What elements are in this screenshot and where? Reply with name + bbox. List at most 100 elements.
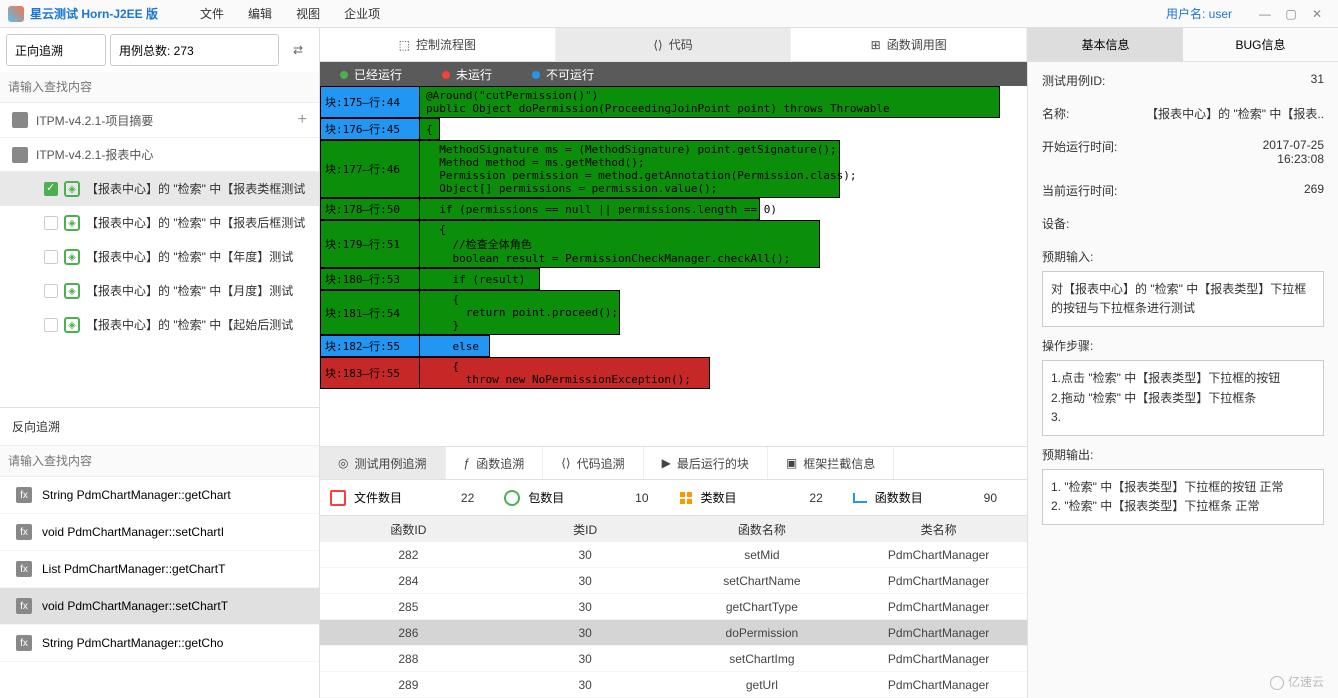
function-icon: fx <box>16 635 32 651</box>
code-text: MethodSignature ms = (MethodSignature) p… <box>420 140 840 198</box>
tree-item[interactable]: ◈【报表中心】的 "检索" 中【起始后测试 <box>0 308 319 342</box>
maximize-icon[interactable]: ▢ <box>1280 5 1302 23</box>
code-text: { return point.proceed(); } <box>420 290 620 335</box>
code-row[interactable]: 块:176—行:45{ <box>320 118 1027 140</box>
play-icon: ▶ <box>662 456 671 470</box>
function-item[interactable]: fxvoid PdmChartManager::setChartI <box>0 514 319 551</box>
checkbox-icon[interactable] <box>44 318 58 332</box>
function-item[interactable]: fxvoid PdmChartManager::setChartT <box>0 588 319 625</box>
table-row[interactable]: 28630doPermissionPdmChartManager <box>320 620 1027 646</box>
block-label: 块:179—行:51 <box>320 220 420 268</box>
function-item[interactable]: fxString PdmChartManager::getChart <box>0 477 319 514</box>
functions-icon <box>853 493 867 503</box>
code-row[interactable]: 块:179—行:51 { //检查全体角色 boolean result = P… <box>320 220 1027 268</box>
code-row[interactable]: 块:180—行:53 if (result) <box>320 268 1027 290</box>
col-class-name[interactable]: 类名称 <box>850 521 1027 538</box>
test-tree: ITPM-v4.2.1-项目摘要 + ITPM-v4.2.1-报表中心 ◈【报表… <box>0 103 319 407</box>
subtab-frame-info[interactable]: ▣框架拦截信息 <box>768 447 894 479</box>
files-icon <box>330 490 346 506</box>
tree-item[interactable]: ◈【报表中心】的 "检索" 中【报表类框测试 <box>0 172 319 206</box>
current-time-label: 当前运行时间: <box>1042 182 1132 199</box>
function-icon: fx <box>16 561 32 577</box>
tree-root-summary[interactable]: ITPM-v4.2.1-项目摘要 + <box>0 103 319 138</box>
code-text: if (permissions == null || permissions.l… <box>420 198 760 220</box>
watermark-icon <box>1270 676 1284 690</box>
minimize-icon[interactable]: — <box>1254 5 1276 23</box>
dot-run-icon <box>340 71 348 79</box>
tab-call-graph[interactable]: ⊞函数调用图 <box>791 28 1027 61</box>
code-text: { <box>420 118 440 140</box>
menu-edit[interactable]: 编辑 <box>248 5 272 22</box>
block-label: 块:178—行:50 <box>320 198 420 220</box>
table-row[interactable]: 28230setMidPdmChartManager <box>320 542 1027 568</box>
subtab-last-block[interactable]: ▶最后运行的块 <box>644 447 768 479</box>
code-block-view[interactable]: 块:175—行:44@Around("cutPermission()") pub… <box>320 86 1027 446</box>
block-label: 块:182—行:55 <box>320 335 420 357</box>
subtab-fn-trace[interactable]: ƒ函数追溯 <box>446 447 544 479</box>
subtab-code-trace[interactable]: ⟨⟩代码追溯 <box>543 447 643 479</box>
close-icon[interactable]: ✕ <box>1306 5 1328 23</box>
expected-output-box[interactable]: 1. "检索" 中【报表类型】下拉框的按钮 正常 2. "检索" 中【报表类型】… <box>1042 469 1324 525</box>
code-text: @Around("cutPermission()") public Object… <box>420 86 1000 118</box>
app-title: 星云测试 Horn-J2EE 版 <box>30 5 158 22</box>
checkbox-icon[interactable] <box>44 216 58 230</box>
right-panel: 基本信息 BUG信息 测试用例ID:31 名称:【报表中心】的 "检索" 中【报… <box>1028 28 1338 698</box>
function-label: void PdmChartManager::setChartT <box>42 599 228 613</box>
tree-root-report[interactable]: ITPM-v4.2.1-报表中心 <box>0 138 319 172</box>
search-input-forward[interactable] <box>0 72 319 103</box>
table-row[interactable]: 28830setChartImgPdmChartManager <box>320 646 1027 672</box>
function-list: fxString PdmChartManager::getChartfxvoid… <box>0 477 319 698</box>
code-row[interactable]: 块:183—行:55 { throw new NoPermissionExcep… <box>320 357 1027 389</box>
menu-file[interactable]: 文件 <box>200 5 224 22</box>
function-label: String PdmChartManager::getChart <box>42 488 231 502</box>
plus-icon[interactable]: + <box>298 111 307 129</box>
col-fn-id[interactable]: 函数ID <box>320 521 497 538</box>
fn-icon: ƒ <box>464 456 471 470</box>
col-fn-name[interactable]: 函数名称 <box>674 521 851 538</box>
swap-icon[interactable]: ⇄ <box>283 35 313 65</box>
function-item[interactable]: fxList PdmChartManager::getChartT <box>0 551 319 588</box>
menu-enterprise[interactable]: 企业项 <box>344 5 380 22</box>
dot-cannot-icon <box>532 71 540 79</box>
start-time-value: 2017-07-25 16:23:08 <box>1132 138 1324 166</box>
table-row[interactable]: 28930getUrlPdmChartManager <box>320 672 1027 698</box>
steps-box[interactable]: 1.点击 "检索" 中【报表类型】下拉框的按钮 2.拖动 "检索" 中【报表类型… <box>1042 360 1324 436</box>
block-label: 块:181—行:54 <box>320 290 420 335</box>
table-row[interactable]: 28430setChartNamePdmChartManager <box>320 568 1027 594</box>
tab-control-flow[interactable]: ⬚控制流程图 <box>320 28 556 61</box>
code-icon: ⟨⟩ <box>653 38 662 52</box>
titlebar: 星云测试 Horn-J2EE 版 文件 编辑 视图 企业项 用户名: user … <box>0 0 1338 28</box>
code-row[interactable]: 块:177—行:46 MethodSignature ms = (MethodS… <box>320 140 1027 198</box>
name-value: 【报表中心】的 "检索" 中【报表.. <box>1132 105 1324 122</box>
col-class-id[interactable]: 类ID <box>497 521 674 538</box>
name-label: 名称: <box>1042 105 1132 122</box>
block-label: 块:180—行:53 <box>320 268 420 290</box>
case-icon: ◈ <box>64 215 80 231</box>
tree-item[interactable]: ◈【报表中心】的 "检索" 中【月度】测试 <box>0 274 319 308</box>
tree-item[interactable]: ◈【报表中心】的 "检索" 中【报表后框测试 <box>0 206 319 240</box>
subtab-case-trace[interactable]: ◎测试用例追溯 <box>320 447 446 479</box>
expected-output-label: 预期输出: <box>1042 446 1324 463</box>
tree-item-label: 【报表中心】的 "检索" 中【月度】测试 <box>86 282 293 300</box>
table-row[interactable]: 28530getChartTypePdmChartManager <box>320 594 1027 620</box>
tree-item-label: 【报表中心】的 "检索" 中【起始后测试 <box>86 316 293 334</box>
checkbox-icon[interactable] <box>44 250 58 264</box>
menu-view[interactable]: 视图 <box>296 5 320 22</box>
code-row[interactable]: 块:175—行:44@Around("cutPermission()") pub… <box>320 86 1027 118</box>
checkbox-icon[interactable] <box>44 284 58 298</box>
function-table: 函数ID 类ID 函数名称 类名称 28230setMidPdmChartMan… <box>320 516 1027 698</box>
checkbox-icon[interactable] <box>44 182 58 196</box>
tab-bug-info[interactable]: BUG信息 <box>1183 28 1338 61</box>
function-item[interactable]: fxString PdmChartManager::getCho <box>0 625 319 662</box>
search-input-backward[interactable] <box>0 446 319 477</box>
tab-basic-info[interactable]: 基本信息 <box>1028 28 1183 61</box>
code-row[interactable]: 块:181—行:54 { return point.proceed(); } <box>320 290 1027 335</box>
case-icon: ◈ <box>64 181 80 197</box>
tab-code[interactable]: ⟨⟩代码 <box>556 28 792 61</box>
tree-item[interactable]: ◈【报表中心】的 "检索" 中【年度】测试 <box>0 240 319 274</box>
code-row[interactable]: 块:178—行:50 if (permissions == null || pe… <box>320 198 1027 220</box>
block-label: 块:183—行:55 <box>320 357 420 389</box>
code-text: else <box>420 335 490 357</box>
expected-input-box[interactable]: 对【报表中心】的 "检索" 中【报表类型】下拉框的按钮与下拉框条进行测试 <box>1042 271 1324 327</box>
code-row[interactable]: 块:182—行:55 else <box>320 335 1027 357</box>
